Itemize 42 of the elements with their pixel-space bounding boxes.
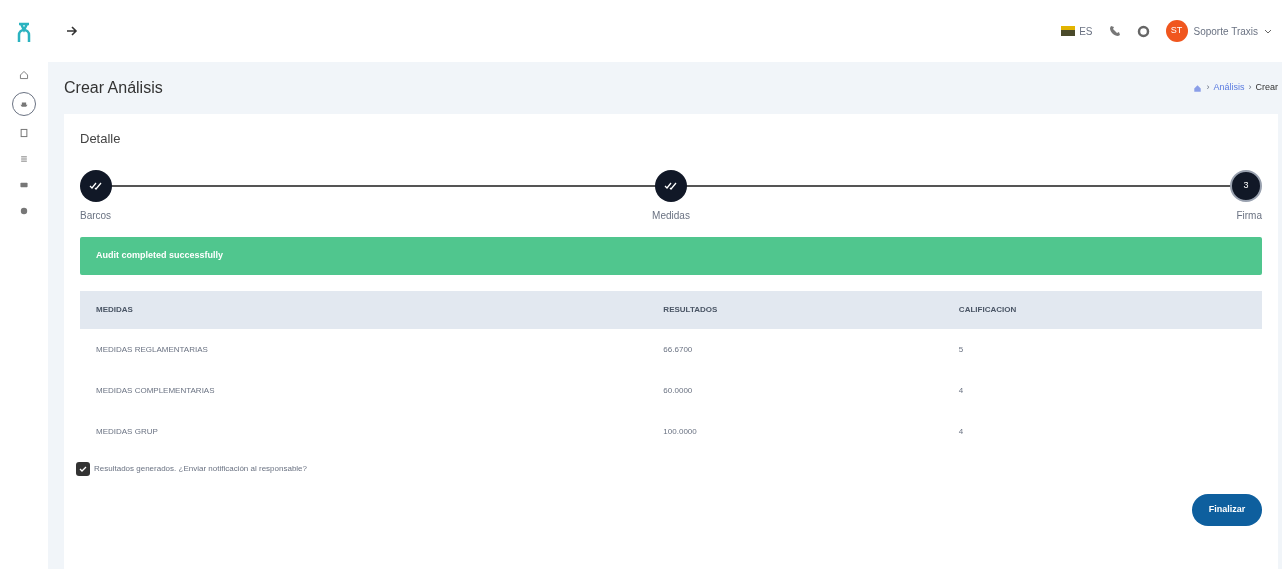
table-cell-text: MEDIDAS COMPLEMENTARIAS [95, 384, 216, 397]
step-label: Firma [1236, 209, 1262, 223]
table-cell: 5 [942, 329, 1262, 370]
breadcrumb-current: Crear [1255, 81, 1278, 95]
column-header: RESULTADOS [647, 291, 943, 329]
user-avatar[interactable]: ST [1165, 20, 1188, 42]
column-header: CALIFICACION [942, 291, 1262, 329]
clipboard-icon [19, 128, 29, 138]
table-cell-text: 100.0000 [662, 425, 698, 438]
table-cell: 66.6700 [647, 329, 943, 370]
step-label: Barcos [80, 209, 112, 223]
card-icon [19, 180, 29, 190]
checkbox-label[interactable]: Resultados generados. ¿Enviar notificación al responsable? [94, 463, 307, 475]
table-cell: MEDIDAS REGLAMENTARIAS [80, 329, 648, 370]
step-label: Medidas [652, 209, 690, 223]
success-alert: Audit completed successfully [80, 237, 1262, 275]
home-icon[interactable] [1193, 83, 1203, 93]
phone-icon[interactable] [1108, 25, 1121, 37]
table-cell-text: 4 [957, 425, 965, 438]
card-title: Detalle [80, 130, 121, 149]
flag-icon[interactable] [1061, 26, 1076, 36]
breadcrumb-separator: › [1206, 81, 1210, 95]
double-check-icon [664, 182, 678, 190]
breadcrumb-separator: › [1248, 81, 1252, 95]
double-check-icon [89, 182, 103, 190]
page-title: Crear Análisis [64, 78, 163, 98]
list-icon [19, 154, 29, 164]
finish-button[interactable]: Finalizar [1192, 494, 1262, 526]
checkmark-icon [79, 466, 87, 472]
gear-icon[interactable] [1136, 24, 1150, 38]
table-cell-text: 4 [957, 384, 965, 397]
arrow-right-icon[interactable] [66, 26, 78, 36]
user-name[interactable]: Soporte Traxis [1193, 23, 1258, 39]
logo-icon [17, 22, 31, 44]
caret-icon[interactable] [1264, 28, 1272, 34]
language-label[interactable]: ES [1079, 23, 1093, 39]
breadcrumb-link[interactable]: Análisis [1213, 81, 1245, 95]
table-cell-text: 60.0000 [662, 384, 694, 397]
column-header: MEDIDAS [80, 291, 648, 329]
table-cell-text: MEDIDAS GRUP [95, 425, 159, 438]
checkbox[interactable] [76, 462, 90, 476]
home-icon [19, 70, 29, 80]
